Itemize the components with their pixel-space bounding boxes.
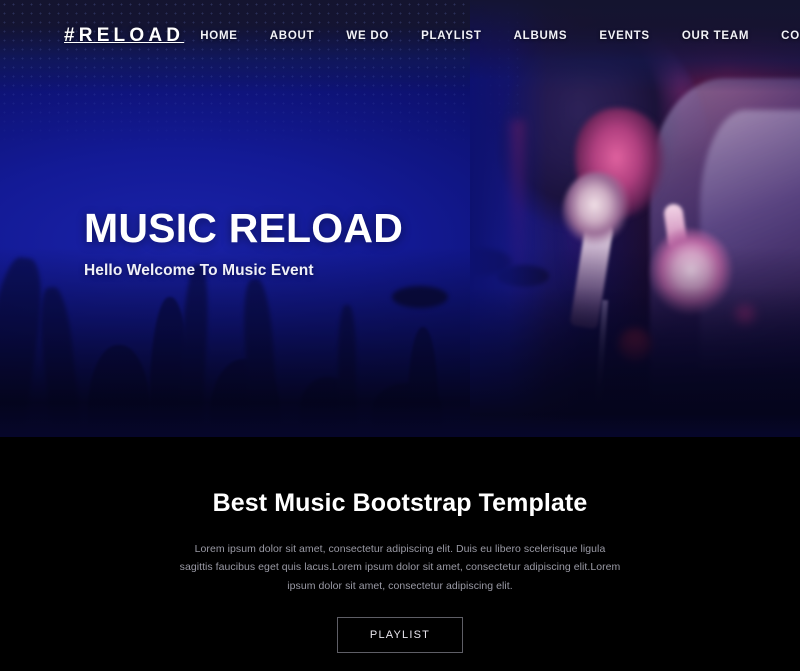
nav-item-albums[interactable]: ALBUMS [498, 24, 584, 48]
hero-copy: MUSIC RELOAD Hello Welcome To Music Even… [84, 206, 403, 280]
hero-title: MUSIC RELOAD [84, 205, 404, 251]
hero-section: #RELOAD HOME ABOUT WE DO PLAYLIST ALBUMS… [0, 0, 800, 437]
nav-item-about[interactable]: ABOUT [254, 24, 331, 48]
nav-item-playlist[interactable]: PLAYLIST [405, 24, 498, 48]
hero-subtitle: Hello Welcome To Music Event [84, 262, 314, 280]
page-root: #RELOAD HOME ABOUT WE DO PLAYLIST ALBUMS… [0, 0, 800, 671]
main-navbar: #RELOAD HOME ABOUT WE DO PLAYLIST ALBUMS… [0, 0, 800, 72]
nav-item-we-do[interactable]: WE DO [330, 24, 405, 48]
nav-menu: HOME ABOUT WE DO PLAYLIST ALBUMS EVENTS … [184, 24, 800, 48]
playlist-button[interactable]: PLAYLIST [336, 617, 464, 654]
nav-item-events[interactable]: EVENTS [583, 24, 666, 48]
about-button-wrap: PLAYLIST [0, 617, 800, 654]
site-logo[interactable]: #RELOAD [64, 25, 184, 47]
about-title: Best Music Bootstrap Template [212, 489, 588, 517]
singer-image-bottom-fade [470, 287, 800, 437]
about-section: Best Music Bootstrap Template Lorem ipsu… [0, 437, 800, 671]
nav-item-contact[interactable]: CONTACT [765, 24, 800, 48]
about-paragraph: Lorem ipsum dolor sit amet, consectetur … [179, 543, 621, 592]
nav-item-home[interactable]: HOME [184, 24, 254, 48]
nav-item-our-team[interactable]: OUR TEAM [666, 24, 765, 48]
